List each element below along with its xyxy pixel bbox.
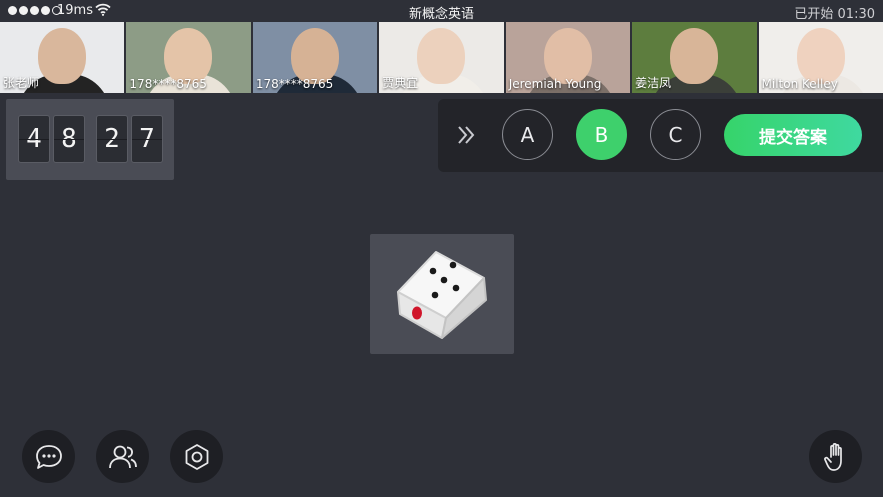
participant-name: 姜洁凤 — [635, 76, 672, 90]
participant-video-strip: 张老师 178****8765 178****8765 贾典宜 Jeremiah… — [0, 22, 883, 93]
raise-hand-icon — [823, 442, 842, 471]
dice-widget[interactable] — [370, 234, 514, 354]
option-a-button[interactable]: A — [502, 109, 553, 160]
participant-name: 贾典宜 — [382, 76, 419, 90]
option-b-button[interactable]: B — [576, 109, 627, 160]
raise-hand-button[interactable] — [809, 430, 862, 483]
participant-name: 张老师 — [3, 76, 40, 90]
participant-video-tile[interactable]: 张老师 — [0, 22, 125, 93]
status-bar: 19ms 新概念英语 已开始 01:30 — [0, 0, 883, 22]
chat-button[interactable] — [22, 430, 75, 483]
countdown-digit: 4 — [18, 115, 50, 163]
collapse-chevron-icon[interactable] — [456, 123, 476, 147]
participant-video-tile[interactable]: 178****8765 — [252, 22, 378, 93]
participant-name: Milton Kelley — [761, 77, 838, 91]
participant-video-tile[interactable]: Milton Kelley — [758, 22, 883, 93]
course-title: 新概念英语 — [408, 7, 474, 22]
countdown-digit: 7 — [131, 115, 163, 163]
participant-video-tile[interactable]: Jeremiah Young — [505, 22, 631, 93]
settings-icon — [185, 443, 208, 470]
members-icon — [108, 445, 137, 468]
participant-video-tile[interactable]: 贾典宜 — [379, 22, 504, 93]
participant-video-tile[interactable]: 178****8765 — [126, 22, 251, 93]
countdown-timer: 4 8 : 2 7 — [6, 99, 174, 180]
dice-icon — [397, 251, 487, 339]
chat-icon — [35, 444, 62, 469]
settings-button[interactable] — [170, 430, 223, 483]
countdown-digit: 2 — [96, 115, 128, 163]
participant-name: Jeremiah Young — [508, 77, 602, 91]
participant-name: 178****8765 — [129, 77, 207, 91]
members-button[interactable] — [96, 430, 149, 483]
participant-video-tile[interactable]: 姜洁凤 — [632, 22, 757, 93]
submit-answer-button[interactable]: 提交答案 — [724, 114, 862, 156]
participant-name: 178****8765 — [255, 77, 334, 91]
answer-panel: A B C 提交答案 — [438, 99, 883, 172]
class-elapsed-time: 已开始 01:30 — [794, 7, 875, 22]
option-c-button[interactable]: C — [650, 109, 701, 160]
countdown-digit: 8 — [53, 115, 85, 163]
